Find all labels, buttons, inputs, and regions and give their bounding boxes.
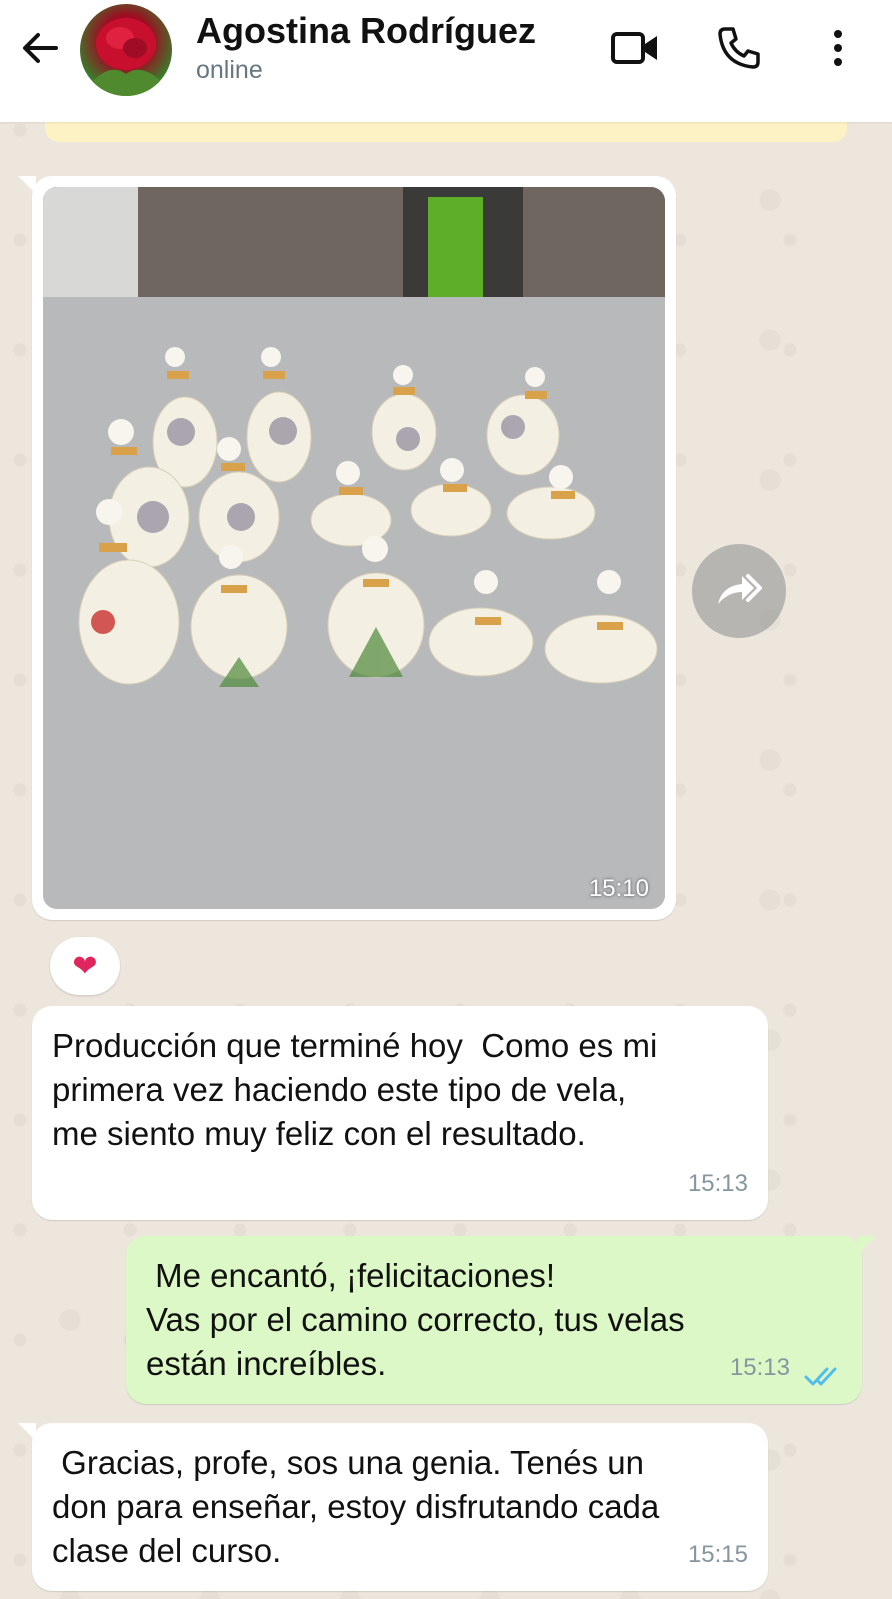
forward-button[interactable] [692,544,786,638]
contact-status: online [196,56,263,84]
incoming-message[interactable]: Producción que terminé hoy Como es mi pr… [32,1006,768,1220]
back-arrow-icon[interactable] [18,26,62,70]
contact-name[interactable]: Agostina Rodríguez [196,10,536,52]
video-call-icon[interactable] [610,26,660,70]
avatar-flower-image [90,18,164,96]
photo-illustration [43,187,665,909]
chat-header: Agostina Rodríguez online [0,0,892,122]
incoming-message[interactable]: Gracias, profe, sos una genia. Tenés un … [18,1423,768,1591]
image-message[interactable]: 15:10 [18,176,676,920]
more-vert-icon[interactable] [826,24,850,72]
forward-icon [718,574,762,604]
message-text: Gracias, profe, sos una genia. Tenés un … [52,1444,660,1569]
outgoing-message[interactable]: Me encantó, ¡felicitaciones! Vas por el … [126,1236,876,1404]
message-text: Producción que terminé hoy Como es mi pr… [52,1027,658,1152]
message-time: 15:10 [588,875,649,902]
message-time: 15:13 [687,1170,748,1197]
phone-icon[interactable] [715,24,763,72]
avatar[interactable] [80,4,172,96]
heart-icon: ❤ [72,949,98,983]
read-ticks-icon [804,1367,837,1386]
heart-reaction[interactable]: ❤ [50,937,120,995]
message-time: 15:15 [687,1541,748,1568]
candles-photo[interactable]: 15:10 [43,187,665,909]
message-time: 15:13 [729,1354,790,1381]
